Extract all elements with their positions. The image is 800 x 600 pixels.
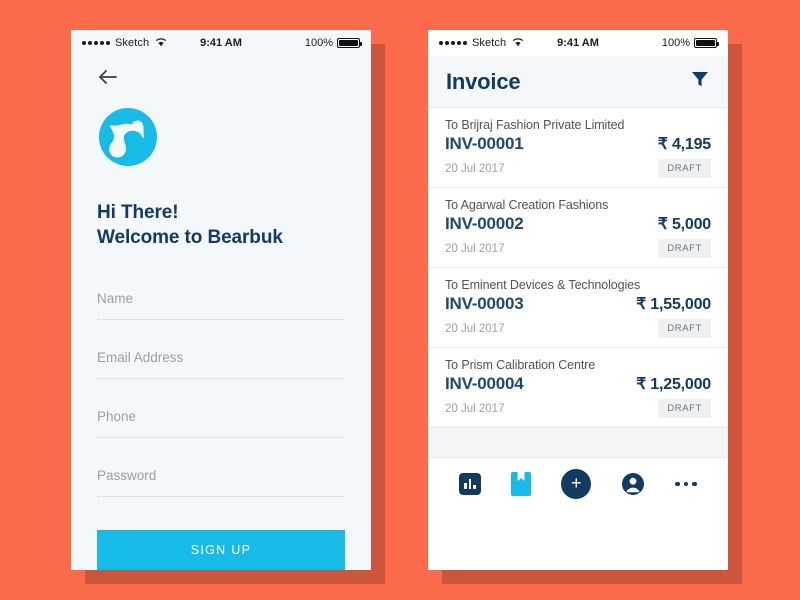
status-bar-left-group: Sketch xyxy=(82,37,167,50)
signup-phone-screen: Sketch 9:41 AM 100% Hi There! Welcome to… xyxy=(71,30,371,570)
table-row[interactable]: To Eminent Devices & Technologies INV-00… xyxy=(428,268,728,348)
invoice-meta-row: 20 Jul 2017 DRAFT xyxy=(445,239,711,258)
bear-logo-icon xyxy=(97,106,159,168)
invoice-number: INV-00002 xyxy=(445,214,524,233)
invoice-recipient: To Prism Calibration Centre xyxy=(445,358,596,372)
signal-dots-icon xyxy=(439,41,467,45)
password-input[interactable] xyxy=(97,468,345,483)
bar-chart-icon xyxy=(459,473,482,495)
status-badge: DRAFT xyxy=(658,399,711,418)
plus-circle-icon: + xyxy=(561,469,592,499)
person-circle-icon xyxy=(621,472,645,496)
invoice-amount: ₹ 5,000 xyxy=(657,216,711,233)
carrier-label: Sketch xyxy=(115,37,150,49)
invoice-date: 20 Jul 2017 xyxy=(445,402,505,415)
invoice-number: INV-00003 xyxy=(445,294,524,313)
status-bar-right-group: 100% xyxy=(304,37,362,49)
invoice-number-row: INV-00002 ₹ 5,000 xyxy=(445,214,711,234)
tab-more[interactable] xyxy=(675,481,697,487)
invoice-date: 20 Jul 2017 xyxy=(445,322,505,335)
email-input[interactable] xyxy=(97,350,345,365)
tab-contacts[interactable] xyxy=(621,472,645,496)
name-input[interactable] xyxy=(97,291,345,306)
invoice-number-row: INV-00004 ₹ 1,25,000 xyxy=(445,374,711,394)
invoice-amount: ₹ 1,55,000 xyxy=(636,296,711,313)
invoice-number-row: INV-00003 ₹ 1,55,000 xyxy=(445,294,711,314)
book-bookmark-icon xyxy=(511,472,532,496)
status-badge: DRAFT xyxy=(658,319,711,338)
battery-percent-label: 100% xyxy=(661,37,690,49)
sign-up-button[interactable]: SIGN UP xyxy=(97,530,345,570)
invoice-number: INV-00004 xyxy=(445,374,524,393)
bottom-tab-bar: + xyxy=(428,458,728,510)
status-bar-left-group-2: Sketch xyxy=(439,37,524,50)
list-bottom-filler xyxy=(428,428,728,458)
status-bar-left: Sketch 9:41 AM 100% xyxy=(71,30,371,56)
invoice-header: Invoice xyxy=(428,56,728,108)
greeting-line-2: Welcome to Bearbuk xyxy=(97,227,283,248)
signup-form xyxy=(97,284,345,497)
status-bar-right-group-2: 100% xyxy=(661,37,719,49)
invoice-list: To Brijraj Fashion Private Limited INV-0… xyxy=(428,108,728,458)
invoice-recipient: To Brijraj Fashion Private Limited xyxy=(445,118,625,132)
greeting-line-1: Hi There! xyxy=(97,202,179,223)
invoice-meta-row: 20 Jul 2017 DRAFT xyxy=(445,399,711,418)
carrier-label: Sketch xyxy=(472,37,507,49)
invoice-recipient: To Agarwal Creation Fashions xyxy=(445,198,609,212)
name-field[interactable] xyxy=(97,284,345,320)
tab-reports[interactable] xyxy=(459,473,482,495)
status-badge: DRAFT xyxy=(658,159,711,178)
status-bar-right: Sketch 9:41 AM 100% xyxy=(428,30,728,56)
signup-body: Hi There! Welcome to Bearbuk SIGN UP xyxy=(71,56,371,570)
more-dots-icon xyxy=(675,481,697,487)
wifi-icon xyxy=(512,37,524,50)
signal-dots-icon xyxy=(82,41,110,45)
greeting-block: Hi There! Welcome to Bearbuk xyxy=(97,200,345,250)
wifi-icon xyxy=(155,37,167,50)
filter-funnel-icon[interactable] xyxy=(690,69,710,94)
table-row[interactable]: To Agarwal Creation Fashions INV-00002 ₹… xyxy=(428,188,728,268)
back-row xyxy=(97,56,345,98)
password-field[interactable] xyxy=(97,461,345,497)
app-mockup-stage: Sketch 9:41 AM 100% Hi There! Welcome to… xyxy=(0,0,800,600)
status-badge: DRAFT xyxy=(658,239,711,258)
invoice-amount: ₹ 1,25,000 xyxy=(636,376,711,393)
battery-percent-label: 100% xyxy=(304,37,333,49)
tab-create[interactable]: + xyxy=(561,469,592,499)
invoice-date: 20 Jul 2017 xyxy=(445,162,505,175)
battery-full-icon xyxy=(694,38,719,48)
email-field[interactable] xyxy=(97,343,345,379)
invoice-phone-screen: Sketch 9:41 AM 100% Invoice To Brijraj F xyxy=(428,30,728,570)
phone-input[interactable] xyxy=(97,409,345,424)
invoice-recipient: To Eminent Devices & Technologies xyxy=(445,278,641,292)
table-row[interactable]: To Prism Calibration Centre INV-00004 ₹ … xyxy=(428,348,728,428)
table-row[interactable]: To Brijraj Fashion Private Limited INV-0… xyxy=(428,108,728,188)
invoice-amount: ₹ 4,195 xyxy=(657,136,711,153)
page-title: Invoice xyxy=(446,68,521,94)
battery-full-icon xyxy=(337,38,362,48)
tab-ledger[interactable] xyxy=(511,472,532,496)
invoice-date: 20 Jul 2017 xyxy=(445,242,505,255)
invoice-number: INV-00001 xyxy=(445,134,524,153)
phone-field[interactable] xyxy=(97,402,345,438)
invoice-meta-row: 20 Jul 2017 DRAFT xyxy=(445,159,711,178)
invoice-meta-row: 20 Jul 2017 DRAFT xyxy=(445,319,711,338)
back-arrow-icon[interactable] xyxy=(97,66,119,88)
invoice-number-row: INV-00001 ₹ 4,195 xyxy=(445,134,711,154)
